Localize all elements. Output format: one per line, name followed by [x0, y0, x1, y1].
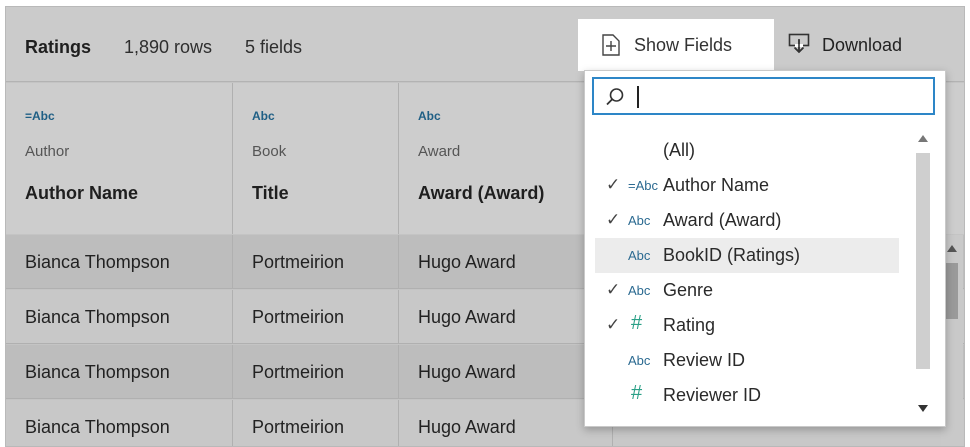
download-button[interactable]: Download: [788, 19, 902, 71]
field-option-label: Review ID: [663, 350, 746, 370]
table-cell: Portmeirion: [233, 345, 399, 399]
table-cell: Portmeirion: [233, 400, 399, 446]
scrollbar-thumb[interactable]: [916, 153, 930, 369]
table-cell: Bianca Thompson: [6, 400, 233, 446]
column-name: Author Name: [25, 183, 139, 203]
field-option-label: Author Name: [663, 175, 770, 195]
field-option-rating[interactable]: ✓ # Rating: [595, 308, 899, 343]
field-option-label: Genre: [663, 280, 714, 300]
table-cell: Bianca Thompson: [6, 235, 233, 289]
column-source: Award: [418, 143, 461, 160]
string-type-icon: Abc: [628, 213, 651, 228]
number-type-icon: #: [631, 312, 643, 334]
scrollbar-thumb[interactable]: [945, 263, 958, 319]
download-icon: [788, 32, 810, 59]
field-count: 5 fields: [245, 37, 303, 57]
table-cell: Portmeirion: [233, 235, 399, 289]
checkmark-icon: ✓: [606, 210, 621, 229]
number-type-icon: #: [631, 382, 643, 404]
table-title: Ratings: [25, 37, 92, 57]
scroll-up-arrow-icon[interactable]: [918, 135, 928, 142]
string-type-icon: Abc: [628, 248, 651, 263]
column-header-author-name[interactable]: =Abc Author Author Name: [6, 83, 233, 234]
table-cell: Bianca Thompson: [6, 290, 233, 344]
download-label: Download: [822, 34, 903, 55]
field-option-author-name[interactable]: ✓ =Abc Author Name: [595, 168, 899, 203]
scroll-down-arrow-icon[interactable]: [918, 405, 928, 412]
table-cell: Hugo Award: [399, 400, 613, 446]
field-option-bookid[interactable]: Abc BookID (Ratings): [595, 238, 899, 273]
field-option-label: Rating: [663, 315, 716, 335]
field-option-label: (All): [663, 140, 695, 160]
field-search-box[interactable]: [592, 77, 935, 115]
row-count: 1,890 rows: [124, 37, 213, 57]
field-option-review-id[interactable]: Abc Review ID: [595, 343, 899, 378]
scroll-up-arrow-icon[interactable]: [947, 245, 957, 252]
string-type-icon: =Abc: [25, 109, 55, 123]
string-type-icon: =Abc: [628, 178, 658, 193]
table-cell: Hugo Award: [399, 345, 613, 399]
field-search-input[interactable]: [634, 84, 924, 108]
field-option-reviewer-id[interactable]: # Reviewer ID: [595, 378, 899, 413]
table-cell: Portmeirion: [233, 290, 399, 344]
table-cell: Hugo Award: [399, 235, 613, 289]
string-type-icon: Abc: [418, 109, 441, 123]
show-fields-label: Show Fields: [634, 34, 733, 55]
column-header-title[interactable]: Abc Book Title: [233, 83, 399, 234]
show-fields-icon: [602, 34, 620, 56]
string-type-icon: Abc: [252, 109, 275, 123]
column-name: Title: [252, 183, 289, 203]
column-source: Author: [25, 143, 70, 160]
string-type-icon: Abc: [628, 283, 651, 298]
field-option-award[interactable]: ✓ Abc Award (Award): [595, 203, 899, 238]
string-type-icon: Abc: [628, 353, 651, 368]
search-icon: [605, 87, 625, 112]
field-option-all[interactable]: (All): [595, 133, 899, 168]
show-fields-dropdown: (All) ✓ =Abc Author Name ✓ Abc Award (Aw…: [584, 70, 946, 427]
checkmark-icon: ✓: [606, 315, 621, 334]
checkmark-icon: ✓: [606, 175, 621, 194]
table-cell: Hugo Award: [399, 290, 613, 344]
text-cursor: [637, 86, 639, 108]
column-source: Book: [252, 143, 287, 160]
column-name: Award (Award): [418, 183, 545, 203]
checkmark-icon: ✓: [606, 280, 621, 299]
show-fields-button[interactable]: Show Fields: [578, 19, 774, 71]
table-cell: Bianca Thompson: [6, 345, 233, 399]
field-option-label: Award (Award): [663, 210, 782, 230]
field-option-genre[interactable]: ✓ Abc Genre: [595, 273, 899, 308]
dropdown-scrollbar[interactable]: [912, 123, 934, 421]
field-option-label: BookID (Ratings): [663, 245, 801, 265]
field-option-label: Reviewer ID: [663, 385, 762, 405]
